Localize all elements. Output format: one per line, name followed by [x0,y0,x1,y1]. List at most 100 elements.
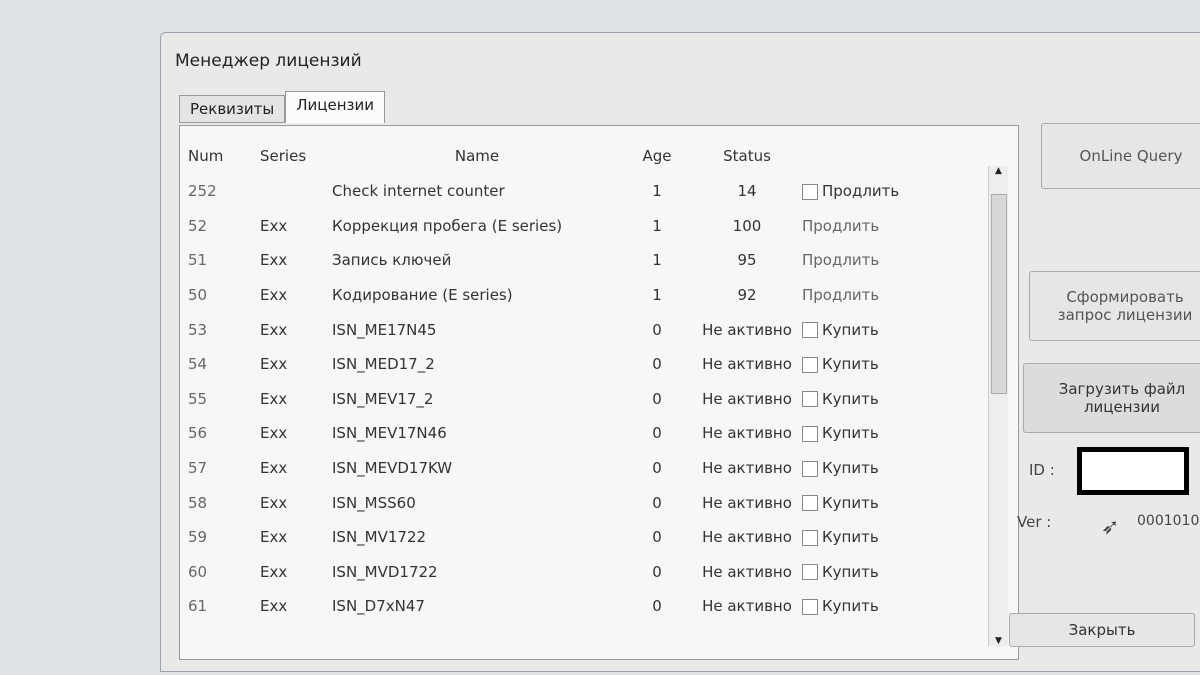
row-status: Не активно [702,320,792,339]
row-checkbox[interactable] [802,529,818,546]
row-age: 0 [652,459,662,478]
row-action-label[interactable]: Купить [822,355,879,373]
row-series: Exx [260,320,288,339]
tab-licenses[interactable]: Лицензии [285,91,385,123]
row-age: 0 [652,493,662,512]
create-request-button[interactable]: Сформировать запрос лицензии [1029,271,1200,341]
row-age: 1 [652,251,662,270]
table-row[interactable]: 60 Exx ISN_MVD1722 0 Не активно Купить [188,555,988,590]
row-checkbox[interactable] [802,495,818,512]
scroll-down-arrow-icon[interactable]: ▼ [989,636,1008,646]
row-action[interactable]: Продлить [802,243,988,278]
license-manager-window: Менеджер лицензий Реквизиты Лицензии Num… [160,32,1200,672]
row-action[interactable]: Купить [802,347,988,382]
table-row[interactable]: 51 Exx Запись ключей 1 95 Продлить [188,243,988,278]
row-status: Не активно [702,597,792,616]
row-num: 56 [188,424,208,443]
row-age: 1 [652,216,662,235]
tab-requisites[interactable]: Реквизиты [179,95,286,123]
row-name: ISN_MV1722 [332,528,427,547]
vertical-scrollbar[interactable]: ▲ ▼ [988,166,1008,646]
col-num[interactable]: Num [188,138,260,174]
col-name[interactable]: Name [332,138,622,174]
row-checkbox[interactable] [802,391,818,408]
row-action-label[interactable]: Купить [822,459,879,477]
row-action-label[interactable]: Продлить [802,286,879,304]
row-checkbox[interactable] [802,460,818,477]
row-name: ISN_MVD1722 [332,562,438,581]
row-num: 58 [188,493,208,512]
scroll-up-arrow-icon[interactable]: ▲ [989,166,1008,176]
row-action[interactable]: Продлить [802,278,988,313]
tab-bar: Реквизиты Лицензии [179,91,385,123]
table-row[interactable]: 54 Exx ISN_MED17_2 0 Не активно Купить [188,347,988,382]
row-num: 54 [188,355,208,374]
row-status: 100 [732,216,762,235]
col-series[interactable]: Series [260,138,332,174]
row-action[interactable]: Купить [802,520,988,555]
row-series: Exx [260,251,288,270]
row-num: 55 [188,389,208,408]
row-action[interactable]: Купить [802,589,988,624]
row-status: Не активно [702,459,792,478]
row-age: 1 [652,286,662,305]
row-action-label[interactable]: Продлить [822,182,899,200]
row-action-label[interactable]: Купить [822,563,879,581]
row-checkbox[interactable] [802,598,818,615]
table-row[interactable]: 55 Exx ISN_MEV17_2 0 Не активно Купить [188,382,988,417]
scroll-thumb[interactable] [991,194,1007,394]
version-value: 0001010 [1137,513,1200,529]
id-field[interactable] [1077,447,1189,495]
row-action-label[interactable]: Купить [822,528,879,546]
table-row[interactable]: 50 Exx Кодирование (E series) 1 92 Продл… [188,278,988,313]
row-status: 14 [737,182,757,201]
row-status: 95 [737,251,757,270]
table-row[interactable]: 61 Exx ISN_D7xN47 0 Не активно Купить [188,589,988,624]
table-row[interactable]: 53 Exx ISN_ME17N45 0 Не активно Купить [188,312,988,347]
row-series: Exx [260,286,288,305]
row-action[interactable]: Купить [802,416,988,451]
row-action[interactable]: Купить [802,555,988,590]
row-age: 0 [652,528,662,547]
window-title: Менеджер лицензий [175,51,362,71]
row-action-label[interactable]: Продлить [802,251,879,269]
close-button[interactable]: Закрыть [1009,613,1195,647]
row-action[interactable]: Купить [802,312,988,347]
row-name: Кодирование (E series) [332,286,513,305]
row-action-label[interactable]: Продлить [802,217,879,235]
row-checkbox[interactable] [802,564,818,581]
row-action[interactable]: Продлить [802,174,988,209]
online-query-button[interactable]: OnLine Query [1041,123,1200,189]
table-row[interactable]: 57 Exx ISN_MEVD17KW 0 Не активно Купить [188,451,988,486]
table-row[interactable]: 252 Check internet counter 1 14 Продлить [188,174,988,209]
row-action-label[interactable]: Купить [822,424,879,442]
row-action[interactable]: Купить [802,451,988,486]
table-row[interactable]: 59 Exx ISN_MV1722 0 Не активно Купить [188,520,988,555]
row-action-label[interactable]: Купить [822,494,879,512]
table-row[interactable]: 58 Exx ISN_MSS60 0 Не активно Купить [188,485,988,520]
row-checkbox[interactable] [802,322,818,339]
row-checkbox[interactable] [802,183,818,200]
row-name: ISN_MEV17_2 [332,389,434,408]
table-row[interactable]: 52 Exx Коррекция пробега (E series) 1 10… [188,209,988,244]
row-action-label[interactable]: Купить [822,597,879,615]
row-action[interactable]: Продлить [802,209,988,244]
col-status[interactable]: Status [692,138,802,174]
table-row[interactable]: 56 Exx ISN_MEV17N46 0 Не активно Купить [188,416,988,451]
load-license-button[interactable]: Загрузить файл лицензии [1023,363,1200,433]
row-num: 53 [188,320,208,339]
row-num: 61 [188,597,208,616]
row-action[interactable]: Купить [802,485,988,520]
col-action [802,138,988,174]
row-checkbox[interactable] [802,425,818,442]
row-num: 60 [188,562,208,581]
col-age[interactable]: Age [622,138,692,174]
row-checkbox[interactable] [802,356,818,373]
row-series: Exx [260,424,288,443]
row-series: Exx [260,355,288,374]
row-action-label[interactable]: Купить [822,390,879,408]
row-action[interactable]: Купить [802,382,988,417]
licenses-panel: Num Series Name Age Status 252 Check int… [179,125,1019,660]
row-action-label[interactable]: Купить [822,321,879,339]
row-status: Не активно [702,389,792,408]
